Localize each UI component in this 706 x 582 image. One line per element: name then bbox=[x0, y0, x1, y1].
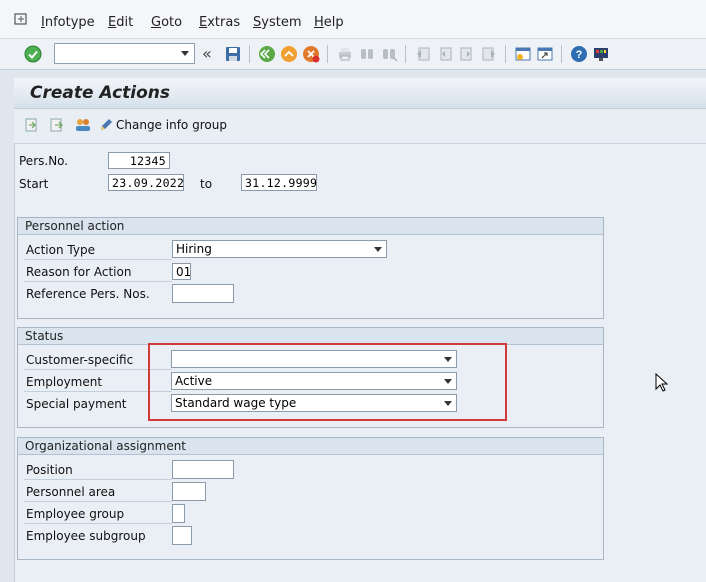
row-divider bbox=[24, 259, 172, 260]
employee-group-label: Employee group bbox=[26, 507, 125, 521]
group-people-icon[interactable] bbox=[74, 116, 92, 137]
toolbar-separator bbox=[327, 45, 328, 63]
back-icon[interactable] bbox=[258, 45, 276, 63]
action-type-label: Action Type bbox=[26, 243, 95, 257]
toolbar-separator bbox=[505, 45, 506, 63]
mouse-pointer-icon bbox=[655, 372, 669, 396]
action-type-dropdown[interactable]: Hiring bbox=[172, 240, 387, 258]
menu-edit[interactable]: Edit bbox=[108, 15, 133, 30]
toolbar-separator bbox=[249, 45, 250, 63]
group-title: Personnel action bbox=[25, 219, 125, 233]
print-icon[interactable] bbox=[336, 45, 354, 63]
start-date-field[interactable]: 23.09.2022 bbox=[108, 174, 184, 191]
end-date-field[interactable]: 31.12.9999 bbox=[241, 174, 317, 191]
enter-check-icon[interactable] bbox=[24, 45, 42, 63]
menu-goto[interactable]: Goto bbox=[151, 15, 182, 30]
forward-document-icon[interactable] bbox=[49, 117, 65, 136]
page-title: Create Actions bbox=[30, 83, 171, 103]
menu-extras[interactable]: Extras bbox=[199, 15, 240, 30]
cancel-icon[interactable] bbox=[302, 45, 320, 63]
shortcut-icon[interactable] bbox=[536, 45, 554, 63]
group-header: Organizational assignment bbox=[18, 438, 603, 455]
employee-group-field[interactable] bbox=[172, 504, 185, 523]
menu-infotype[interactable]: Infotype bbox=[41, 15, 95, 30]
employment-label: Employment bbox=[26, 375, 103, 389]
previous-page-icon[interactable] bbox=[436, 45, 454, 63]
start-label: Start bbox=[19, 177, 49, 191]
reason-field[interactable]: 01 bbox=[172, 263, 191, 280]
first-page-icon[interactable] bbox=[414, 45, 432, 63]
last-page-icon[interactable] bbox=[480, 45, 498, 63]
next-page-icon[interactable] bbox=[458, 45, 476, 63]
copy-document-icon[interactable] bbox=[24, 117, 40, 136]
personnel-area-label: Personnel area bbox=[26, 485, 116, 499]
special-payment-label: Special payment bbox=[26, 397, 127, 411]
row-divider bbox=[24, 281, 172, 282]
svg-text:?: ? bbox=[576, 49, 583, 61]
menu-bar: Infotype Edit Goto Extras System Help bbox=[0, 0, 706, 39]
reference-pers-label: Reference Pers. Nos. bbox=[26, 287, 150, 301]
toolbar-separator bbox=[561, 45, 562, 63]
find-next-icon[interactable] bbox=[380, 45, 398, 63]
pencil-icon bbox=[98, 117, 114, 136]
group-header: Personnel action bbox=[18, 218, 603, 235]
personnel-area-field[interactable] bbox=[172, 482, 206, 501]
reason-label: Reason for Action bbox=[26, 265, 132, 279]
to-label: to bbox=[200, 177, 213, 191]
help-icon[interactable]: ? bbox=[570, 45, 588, 63]
toolbar-separator bbox=[405, 45, 406, 63]
pers-no-label: Pers.No. bbox=[19, 154, 69, 168]
group-title: Status bbox=[25, 329, 64, 343]
application-toolbar: Change info group bbox=[14, 109, 706, 144]
customer-specific-label: Customer-specific bbox=[26, 353, 134, 367]
employee-subgroup-label: Employee subgroup bbox=[26, 529, 146, 543]
position-label: Position bbox=[26, 463, 73, 477]
command-dropdown-icon[interactable] bbox=[181, 51, 189, 56]
menu-app-icon[interactable] bbox=[14, 12, 28, 26]
find-icon[interactable] bbox=[358, 45, 376, 63]
chevron-down-icon bbox=[374, 247, 382, 252]
menu-system[interactable]: System bbox=[253, 15, 302, 30]
group-title: Organizational assignment bbox=[25, 439, 187, 453]
create-session-icon[interactable] bbox=[514, 45, 532, 63]
employee-subgroup-field[interactable] bbox=[172, 526, 192, 545]
highlight-box bbox=[148, 343, 507, 421]
row-divider bbox=[24, 523, 172, 524]
row-divider bbox=[24, 479, 172, 480]
reference-pers-field[interactable] bbox=[172, 284, 234, 303]
save-icon[interactable] bbox=[224, 45, 242, 63]
menu-help[interactable]: Help bbox=[314, 15, 344, 30]
org-assignment-group: Organizational assignment Position Perso… bbox=[17, 437, 604, 560]
change-info-group-label: Change info group bbox=[116, 118, 227, 132]
system-toolbar: « ? bbox=[0, 39, 706, 70]
exit-icon[interactable] bbox=[280, 45, 298, 63]
title-bar: Create Actions bbox=[14, 78, 706, 109]
collapse-chevron-icon[interactable]: « bbox=[202, 44, 220, 63]
personnel-action-group: Personnel action Action Type Hiring Reas… bbox=[17, 217, 604, 319]
customize-layout-icon[interactable] bbox=[592, 45, 610, 63]
pers-no-field[interactable]: 12345 bbox=[108, 152, 170, 169]
row-divider bbox=[24, 501, 172, 502]
position-field[interactable] bbox=[172, 460, 234, 479]
command-field[interactable] bbox=[54, 43, 195, 64]
